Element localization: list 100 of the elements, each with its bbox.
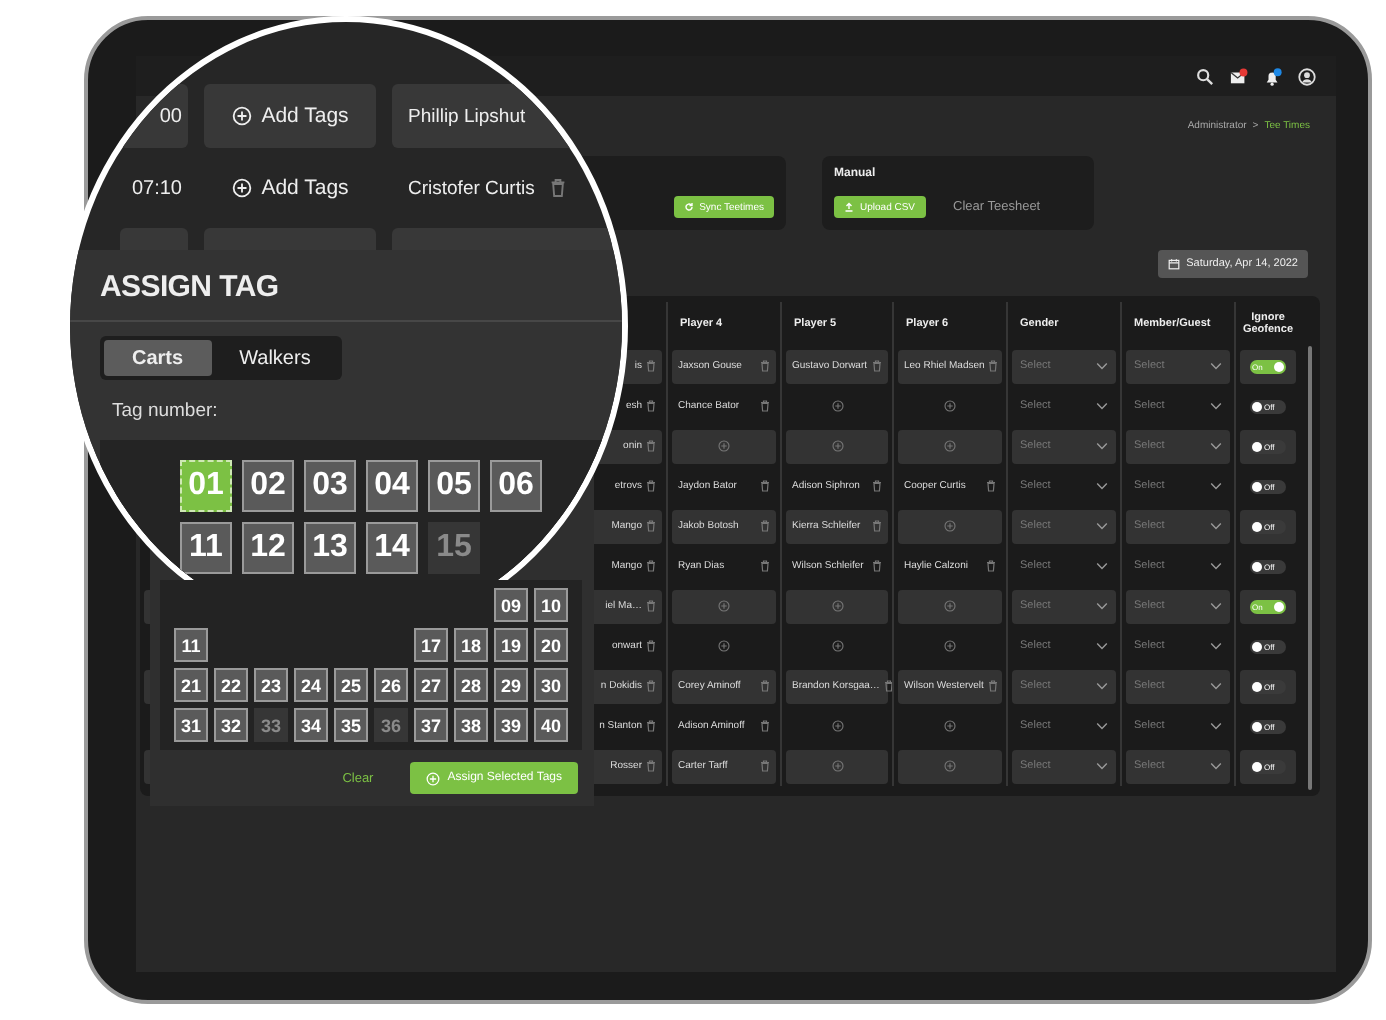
tag-button[interactable]: 20 — [534, 628, 568, 662]
calendar-icon — [1168, 258, 1181, 270]
segment-tab[interactable]: Walkers — [211, 340, 339, 376]
trash-icon[interactable] — [988, 360, 999, 372]
tee-time: 00 — [159, 105, 182, 127]
chevron-down-icon — [1096, 602, 1108, 610]
player-name: Phillip Lipshut — [408, 105, 526, 127]
tag-button[interactable]: 23 — [254, 668, 288, 702]
trash-icon[interactable] — [883, 680, 894, 692]
chevron-down-icon — [1210, 642, 1222, 650]
tag-button[interactable]: 05 — [428, 460, 480, 512]
field-label: Tag number: — [112, 400, 218, 424]
chevron-down-icon — [1210, 602, 1222, 610]
chevron-down-icon — [1210, 482, 1222, 490]
trash-icon[interactable] — [760, 520, 770, 532]
trash-icon[interactable] — [646, 480, 656, 492]
tag-button[interactable]: 14 — [366, 522, 418, 574]
trash-icon[interactable] — [646, 640, 656, 652]
tag-button[interactable]: 25 — [334, 668, 368, 702]
add-tags-button[interactable]: Add Tags — [204, 84, 376, 148]
trash-icon[interactable] — [760, 720, 770, 732]
upload-icon — [844, 202, 854, 212]
trash-icon[interactable] — [760, 760, 770, 772]
segment-tab[interactable]: Carts — [104, 340, 212, 376]
trash-icon[interactable] — [646, 720, 656, 732]
trash-icon[interactable] — [646, 520, 656, 532]
mail-icon[interactable] — [1230, 67, 1248, 85]
trash-icon[interactable] — [646, 760, 656, 772]
trash-icon[interactable] — [760, 680, 770, 692]
chevron-down-icon — [1210, 522, 1222, 530]
tag-button[interactable]: 32 — [214, 708, 248, 742]
chevron-down-icon — [1210, 722, 1222, 730]
tag-button[interactable]: 29 — [494, 668, 528, 702]
chevron-down-icon — [1210, 402, 1222, 410]
chevron-down-icon — [1096, 402, 1108, 410]
chevron-down-icon — [1210, 682, 1222, 690]
chevron-down-icon — [1096, 442, 1108, 450]
tag-button[interactable]: 06 — [490, 460, 542, 512]
trash-icon[interactable] — [646, 560, 656, 572]
chevron-down-icon — [1210, 562, 1222, 570]
search-icon[interactable] — [1196, 67, 1214, 85]
trash-icon[interactable] — [646, 600, 656, 612]
tag-button[interactable]: 24 — [294, 668, 328, 702]
bell-icon[interactable] — [1264, 67, 1282, 85]
trash-icon[interactable] — [986, 560, 996, 572]
tag-button[interactable]: 13 — [304, 522, 356, 574]
chevron-down-icon — [1096, 762, 1108, 770]
user-icon[interactable] — [1298, 67, 1316, 85]
tag-button[interactable]: 30 — [534, 668, 568, 702]
trash-icon[interactable] — [760, 560, 770, 572]
trash-icon[interactable] — [872, 560, 882, 572]
trash-icon[interactable] — [987, 680, 998, 692]
tag-button[interactable]: 12 — [242, 522, 294, 574]
tag-button[interactable]: 03 — [304, 460, 356, 512]
tag-button[interactable]: 38 — [454, 708, 488, 742]
trash-icon[interactable] — [760, 360, 770, 372]
tag-button[interactable]: 39 — [494, 708, 528, 742]
trash-icon[interactable] — [550, 178, 567, 198]
refresh-icon — [683, 202, 694, 212]
tag-button[interactable]: 18 — [454, 628, 488, 662]
trash-icon[interactable] — [872, 480, 882, 492]
tag-button[interactable]: 11 — [180, 522, 232, 574]
tag-button[interactable]: 22 — [214, 668, 248, 702]
chevron-down-icon — [1096, 362, 1108, 370]
chevron-down-icon — [1096, 682, 1108, 690]
chevron-down-icon — [1096, 522, 1108, 530]
tag-button[interactable]: 35 — [334, 708, 368, 742]
tag-button[interactable]: 10 — [534, 588, 568, 622]
chevron-down-icon — [1096, 722, 1108, 730]
trash-icon[interactable] — [872, 360, 882, 372]
trash-icon[interactable] — [760, 400, 770, 412]
tag-button[interactable]: 27 — [414, 668, 448, 702]
tag-button[interactable]: 09 — [494, 588, 528, 622]
chevron-down-icon — [1096, 642, 1108, 650]
tag-button[interactable]: 34 — [294, 708, 328, 742]
tag-button[interactable]: 17 — [414, 628, 448, 662]
tag-button[interactable]: 37 — [414, 708, 448, 742]
player-name: Cristofer Curtis — [408, 177, 535, 199]
tag-button[interactable]: 26 — [374, 668, 408, 702]
dialog-title: ASSIGN TAG — [100, 270, 281, 306]
tag-button[interactable]: 21 — [174, 668, 208, 702]
chevron-down-icon — [1210, 362, 1222, 370]
trash-icon[interactable] — [646, 440, 656, 452]
tag-button[interactable]: 31 — [174, 708, 208, 742]
trash-icon[interactable] — [646, 680, 656, 692]
tag-button[interactable]: 40 — [534, 708, 568, 742]
scrollbar-thumb[interactable] — [1308, 346, 1312, 790]
tag-button[interactable]: 28 — [454, 668, 488, 702]
chevron-down-icon — [1096, 482, 1108, 490]
tag-button[interactable]: 19 — [494, 628, 528, 662]
trash-icon[interactable] — [646, 400, 656, 412]
trash-icon[interactable] — [760, 480, 770, 492]
tag-button[interactable]: 04 — [366, 460, 418, 512]
tag-button[interactable]: 11 — [174, 628, 208, 662]
trash-icon[interactable] — [646, 360, 656, 372]
add-tags-button[interactable]: Add Tags — [204, 156, 376, 220]
trash-icon[interactable] — [872, 520, 882, 532]
chevron-down-icon — [1210, 762, 1222, 770]
tag-button[interactable]: 02 — [242, 460, 294, 512]
trash-icon[interactable] — [986, 480, 996, 492]
